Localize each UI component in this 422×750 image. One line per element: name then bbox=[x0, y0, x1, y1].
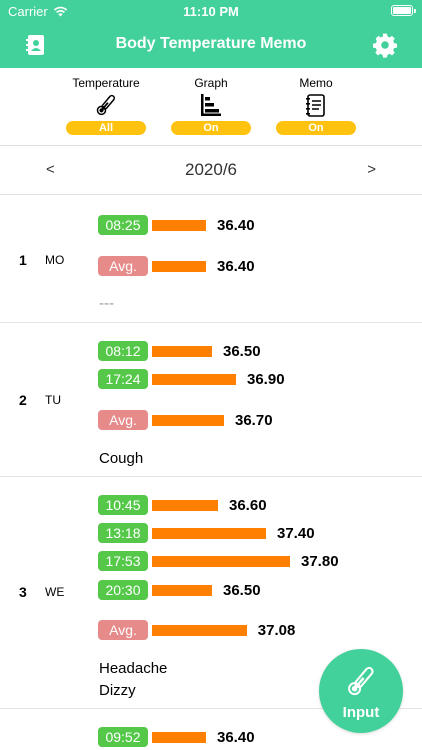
temperature-bar bbox=[152, 219, 206, 231]
reading-time-badge: 17:53 bbox=[98, 551, 148, 571]
reading-time-badge: 17:24 bbox=[98, 369, 148, 389]
average-badge: Avg. bbox=[98, 410, 148, 430]
reading-row[interactable]: 09:52 36.40 bbox=[98, 727, 255, 747]
filter-toolbar: Temperature All Graph On Memo On bbox=[0, 68, 422, 146]
temperature-bar bbox=[152, 731, 206, 743]
reading-row[interactable]: 10:45 36.60 bbox=[98, 495, 267, 515]
day-row[interactable]: 1 MO 08:25 36.40 Avg. 36.40 --- bbox=[0, 196, 422, 323]
temperature-bar bbox=[152, 527, 266, 539]
month-navigation: < 2020/6 > bbox=[0, 146, 422, 195]
day-of-week: TU bbox=[45, 393, 61, 407]
gear-icon[interactable] bbox=[372, 32, 398, 58]
average-badge: Avg. bbox=[98, 256, 148, 276]
average-value: 37.08 bbox=[257, 621, 296, 639]
reading-value: 37.80 bbox=[301, 552, 339, 570]
day-number: 3 bbox=[19, 584, 27, 600]
notepad-icon bbox=[306, 94, 325, 117]
status-bar: Carrier 11:10 PM bbox=[0, 0, 422, 22]
reading-value: 36.40 bbox=[217, 216, 255, 234]
reading-time-badge: 20:30 bbox=[98, 580, 148, 600]
next-month-button[interactable]: > bbox=[367, 161, 376, 178]
average-value: 36.40 bbox=[217, 257, 255, 275]
graph-toggle-label: Graph bbox=[194, 76, 228, 90]
average-row: Avg. 36.40 bbox=[98, 256, 255, 276]
battery-icon bbox=[391, 5, 416, 16]
average-value: 36.70 bbox=[235, 411, 273, 429]
status-time: 11:10 PM bbox=[183, 4, 239, 19]
input-button-label: Input bbox=[342, 704, 380, 721]
day-row[interactable]: 2 TU 08:12 36.50 17:24 36.90 Avg. 36.70 … bbox=[0, 323, 422, 477]
reading-value: 37.40 bbox=[277, 524, 315, 542]
reading-value: 36.50 bbox=[223, 342, 261, 360]
memo-text: Headache bbox=[99, 660, 168, 677]
day-of-week: WE bbox=[45, 585, 65, 599]
reading-value: 36.60 bbox=[229, 496, 267, 514]
memo-text: --- bbox=[99, 295, 114, 312]
temperature-bar bbox=[152, 345, 212, 357]
memo-text: Dizzy bbox=[99, 682, 136, 699]
reading-time-badge: 08:12 bbox=[98, 341, 148, 361]
temperature-bar bbox=[152, 373, 236, 385]
temperature-bar bbox=[152, 414, 224, 426]
thermometer-icon bbox=[96, 94, 116, 116]
temperature-bar bbox=[152, 624, 247, 636]
graph-toggle-pill[interactable]: On bbox=[171, 121, 251, 135]
temperature-filter[interactable]: Temperature All bbox=[61, 76, 151, 135]
reading-value: 36.40 bbox=[217, 728, 255, 746]
memo-toggle-label: Memo bbox=[299, 76, 333, 90]
temperature-bar bbox=[152, 584, 212, 596]
reading-row[interactable]: 08:25 36.40 bbox=[98, 215, 255, 235]
thermometer-icon bbox=[348, 666, 374, 696]
reading-value: 36.50 bbox=[223, 581, 261, 599]
reading-row[interactable]: 20:30 36.50 bbox=[98, 580, 261, 600]
reading-time-badge: 09:52 bbox=[98, 727, 148, 747]
reading-time-badge: 10:45 bbox=[98, 495, 148, 515]
page-title: Body Temperature Memo bbox=[115, 35, 307, 52]
average-badge: Avg. bbox=[98, 620, 148, 640]
temperature-filter-label: Temperature bbox=[72, 76, 140, 90]
day-of-week: MO bbox=[45, 253, 65, 267]
input-button[interactable]: Input bbox=[319, 649, 403, 733]
temperature-bar bbox=[152, 499, 218, 511]
month-label: 2020/6 bbox=[185, 160, 237, 179]
graph-toggle[interactable]: Graph On bbox=[166, 76, 256, 135]
day-number: 1 bbox=[19, 252, 27, 268]
header: Carrier 11:10 PM Body Temperature Memo bbox=[0, 0, 422, 68]
reading-time-badge: 13:18 bbox=[98, 523, 148, 543]
temperature-bar bbox=[152, 555, 290, 567]
temperature-bar bbox=[152, 260, 206, 272]
bar-graph-icon bbox=[201, 94, 221, 116]
memo-toggle-pill[interactable]: On bbox=[276, 121, 356, 135]
reading-value: 36.90 bbox=[247, 370, 285, 388]
reading-row[interactable]: 08:12 36.50 bbox=[98, 341, 261, 361]
memo-toggle[interactable]: Memo On bbox=[271, 76, 361, 135]
average-row: Avg. 36.70 bbox=[98, 410, 273, 430]
reading-row[interactable]: 17:24 36.90 bbox=[98, 369, 285, 389]
reading-row[interactable]: 17:53 37.80 bbox=[98, 551, 339, 571]
memo-text: Cough bbox=[99, 450, 144, 467]
temperature-filter-pill[interactable]: All bbox=[66, 121, 146, 135]
day-number: 2 bbox=[19, 392, 27, 408]
average-row: Avg. 37.08 bbox=[98, 620, 295, 640]
reading-time-badge: 08:25 bbox=[98, 215, 148, 235]
reading-row[interactable]: 13:18 37.40 bbox=[98, 523, 315, 543]
